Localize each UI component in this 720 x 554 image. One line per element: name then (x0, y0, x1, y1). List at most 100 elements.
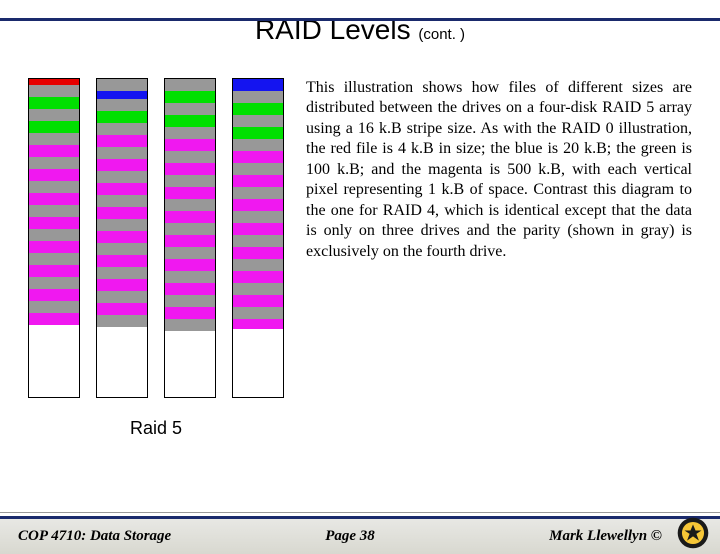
drive-2 (96, 78, 148, 398)
stripe-green (233, 103, 283, 115)
stripe-parity (233, 115, 283, 127)
illustration-caption: Raid 5 (130, 418, 182, 439)
stripe-magenta (29, 313, 79, 325)
stripe-magenta (233, 319, 283, 329)
title-sub: (cont. ) (418, 26, 465, 43)
stripe-green (165, 115, 215, 127)
footer: COP 4710: Data Storage Page 38 Mark Llew… (0, 516, 720, 554)
drive-4 (232, 78, 284, 398)
stripe-empty (29, 325, 79, 387)
stripe-parity (233, 187, 283, 199)
stripe-magenta (233, 151, 283, 163)
stripe-parity (233, 163, 283, 175)
stripe-parity (233, 91, 283, 103)
stripe-parity (165, 199, 215, 211)
stripe-magenta (165, 259, 215, 271)
stripe-magenta (165, 211, 215, 223)
stripe-parity (97, 123, 147, 135)
stripe-magenta (165, 307, 215, 319)
stripe-parity (97, 79, 147, 91)
stripe-parity (165, 79, 215, 91)
stripe-magenta (233, 247, 283, 259)
stripe-magenta (29, 145, 79, 157)
stripe-parity (29, 181, 79, 193)
stripe-parity (165, 103, 215, 115)
stripe-parity (165, 151, 215, 163)
stripe-magenta (29, 169, 79, 181)
footer-course: COP 4710: Data Storage (18, 528, 238, 545)
drive-1 (28, 78, 80, 398)
stripe-parity (29, 277, 79, 289)
stripe-parity (233, 307, 283, 319)
stripe-magenta (165, 139, 215, 151)
stripe-parity (97, 267, 147, 279)
stripe-parity (97, 99, 147, 111)
footer-top-rule (0, 512, 720, 513)
stripe-parity (97, 315, 147, 327)
stripe-parity (29, 157, 79, 169)
stripe-magenta (97, 207, 147, 219)
stripe-parity (233, 283, 283, 295)
stripe-magenta (97, 279, 147, 291)
stripe-parity (233, 211, 283, 223)
stripe-green (29, 97, 79, 109)
stripe-green (165, 91, 215, 103)
stripe-parity (29, 109, 79, 121)
raid-illustration: Raid 5 (28, 78, 284, 439)
stripe-magenta (97, 255, 147, 267)
stripe-magenta (97, 303, 147, 315)
stripe-parity (233, 259, 283, 271)
ucf-logo-icon (676, 516, 710, 550)
stripe-blue (97, 91, 147, 99)
footer-page: Page 38 (238, 528, 462, 545)
stripe-parity (233, 235, 283, 247)
stripe-magenta (233, 271, 283, 283)
stripe-parity (165, 127, 215, 139)
stripe-magenta (97, 159, 147, 171)
stripe-magenta (165, 283, 215, 295)
stripe-green (233, 127, 283, 139)
stripe-magenta (97, 231, 147, 243)
stripe-magenta (165, 187, 215, 199)
stripe-parity (29, 301, 79, 313)
stripe-parity (29, 229, 79, 241)
stripe-empty (97, 327, 147, 389)
stripe-parity (165, 175, 215, 187)
stripe-parity (29, 253, 79, 265)
stripe-parity (97, 219, 147, 231)
stripe-magenta (233, 295, 283, 307)
stripe-parity (29, 85, 79, 97)
stripe-parity (165, 319, 215, 331)
top-rule (0, 18, 720, 21)
stripe-empty (233, 329, 283, 389)
stripe-parity (165, 295, 215, 307)
stripe-magenta (233, 223, 283, 235)
footer-author: Mark Llewellyn © (462, 528, 662, 545)
stripe-magenta (165, 235, 215, 247)
description-text: This illustration shows how files of dif… (306, 78, 692, 439)
stripe-magenta (29, 193, 79, 205)
stripe-magenta (233, 175, 283, 187)
stripe-magenta (29, 265, 79, 277)
stripe-magenta (97, 135, 147, 147)
stripe-parity (97, 147, 147, 159)
stripe-empty (165, 331, 215, 389)
stripe-parity (165, 271, 215, 283)
stripe-magenta (233, 199, 283, 211)
stripe-parity (29, 205, 79, 217)
stripe-parity (29, 133, 79, 145)
stripe-green (97, 111, 147, 123)
stripe-green (29, 121, 79, 133)
stripe-parity (97, 243, 147, 255)
stripe-parity (97, 195, 147, 207)
stripe-magenta (165, 163, 215, 175)
stripe-parity (97, 171, 147, 183)
drive-3 (164, 78, 216, 398)
stripe-blue (233, 79, 283, 91)
stripe-parity (97, 291, 147, 303)
stripe-parity (165, 223, 215, 235)
stripe-parity (165, 247, 215, 259)
stripe-magenta (29, 217, 79, 229)
stripe-parity (233, 139, 283, 151)
stripe-magenta (29, 241, 79, 253)
